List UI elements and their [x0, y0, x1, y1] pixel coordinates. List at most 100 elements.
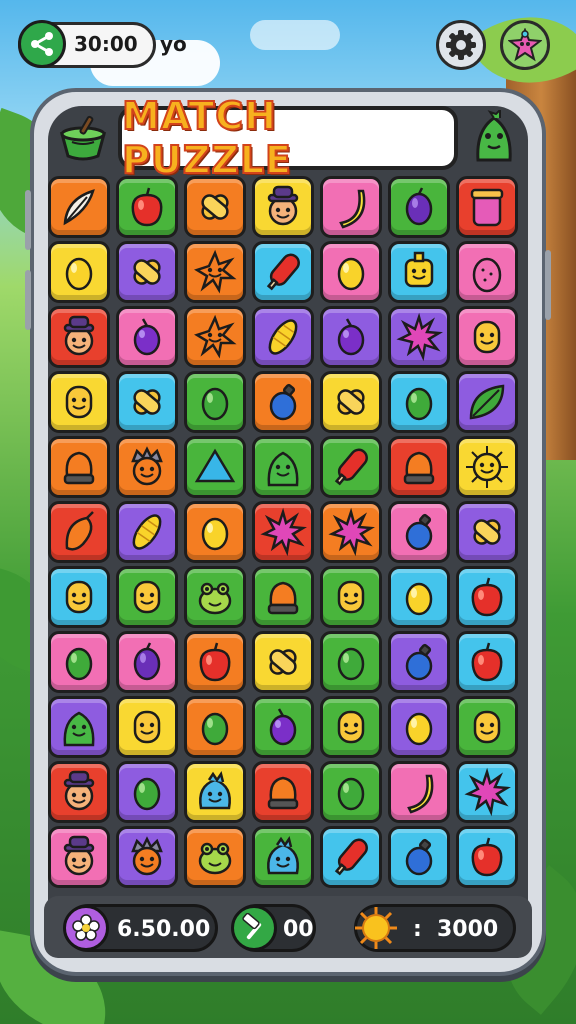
grid-tile[interactable]	[184, 631, 246, 693]
coins-value: 6.50.00	[117, 917, 211, 942]
moves-pill[interactable]: 00	[231, 904, 316, 952]
grid-tile[interactable]	[116, 371, 178, 433]
grid-tile[interactable]	[388, 176, 450, 238]
grid-tile[interactable]	[456, 696, 518, 758]
grid-tile[interactable]	[252, 826, 314, 888]
grid-tile[interactable]	[184, 761, 246, 823]
grid-tile[interactable]	[388, 826, 450, 888]
apple-icon	[199, 642, 231, 682]
grid-tile[interactable]	[456, 566, 518, 628]
grid-tile[interactable]	[116, 436, 178, 498]
grid-tile[interactable]	[184, 566, 246, 628]
apple-icon	[131, 187, 163, 227]
grid-tile[interactable]	[456, 501, 518, 563]
grid-tile[interactable]	[48, 371, 110, 433]
grid-tile[interactable]	[388, 631, 450, 693]
apple-icon	[471, 642, 503, 682]
grid-tile[interactable]	[320, 566, 382, 628]
grid-tile[interactable]	[388, 566, 450, 628]
grid-tile[interactable]	[320, 241, 382, 303]
profile-button[interactable]	[500, 20, 550, 70]
face-icon	[65, 385, 93, 419]
lemon-icon	[405, 582, 433, 616]
gear-icon	[446, 30, 476, 60]
grid-tile[interactable]	[48, 631, 110, 693]
grid-tile[interactable]	[388, 436, 450, 498]
sun-icon	[353, 905, 399, 951]
grid-tile[interactable]	[252, 306, 314, 368]
grid-tile[interactable]	[116, 306, 178, 368]
coins-pill[interactable]: 6.50.00	[63, 904, 218, 952]
apple-icon	[471, 837, 503, 877]
grid-tile[interactable]	[116, 501, 178, 563]
grid-tile[interactable]	[116, 241, 178, 303]
grid-tile[interactable]	[388, 371, 450, 433]
grid-tile[interactable]	[184, 241, 246, 303]
grid-tile[interactable]	[320, 371, 382, 433]
grid-tile[interactable]	[320, 631, 382, 693]
grid-tile[interactable]	[116, 761, 178, 823]
candy-icon	[201, 194, 229, 220]
grid-tile[interactable]	[252, 371, 314, 433]
grid-tile[interactable]	[116, 826, 178, 888]
grid-tile[interactable]	[116, 631, 178, 693]
grid-tile[interactable]	[48, 761, 110, 823]
grid-tile[interactable]	[388, 696, 450, 758]
grid-tile[interactable]	[252, 696, 314, 758]
share-button[interactable]	[18, 20, 66, 68]
grid-tile[interactable]	[48, 826, 110, 888]
grid-tile[interactable]	[388, 306, 450, 368]
grid-tile[interactable]	[320, 826, 382, 888]
grid-tile[interactable]	[184, 436, 246, 498]
egg-icon	[133, 777, 161, 811]
grid-tile[interactable]	[116, 566, 178, 628]
grid-tile[interactable]	[184, 501, 246, 563]
grid-tile[interactable]	[388, 241, 450, 303]
grid-tile[interactable]	[456, 306, 518, 368]
grid-tile[interactable]	[116, 176, 178, 238]
grid-tile[interactable]	[48, 696, 110, 758]
candy-icon	[473, 519, 501, 545]
grid-tile[interactable]	[48, 306, 110, 368]
grid-tile[interactable]	[252, 566, 314, 628]
triangle-icon	[194, 448, 236, 483]
grid-tile[interactable]	[116, 696, 178, 758]
grid-tile[interactable]	[252, 501, 314, 563]
grid-tile[interactable]	[184, 306, 246, 368]
grid-tile[interactable]	[48, 241, 110, 303]
grid-tile[interactable]	[48, 436, 110, 498]
grid-tile[interactable]	[388, 761, 450, 823]
grid-tile[interactable]	[48, 501, 110, 563]
grid-tile[interactable]	[320, 501, 382, 563]
grid-tile[interactable]	[252, 176, 314, 238]
grid-tile[interactable]	[320, 436, 382, 498]
grid-tile[interactable]	[252, 631, 314, 693]
grid-tile[interactable]	[456, 761, 518, 823]
grid-tile[interactable]	[184, 696, 246, 758]
grid-tile[interactable]	[456, 436, 518, 498]
grid-tile[interactable]	[252, 761, 314, 823]
grid-tile[interactable]	[252, 436, 314, 498]
grid-tile[interactable]	[48, 176, 110, 238]
grid-tile[interactable]	[456, 631, 518, 693]
grid-tile[interactable]	[456, 371, 518, 433]
grid-tile[interactable]	[320, 176, 382, 238]
grid-tile[interactable]	[456, 176, 518, 238]
grid-tile[interactable]	[252, 241, 314, 303]
grid-tile[interactable]	[320, 306, 382, 368]
score-pill[interactable]: : 3000	[354, 904, 516, 952]
grid-tile[interactable]	[388, 501, 450, 563]
grid-tile[interactable]	[184, 826, 246, 888]
grid-tile[interactable]	[456, 826, 518, 888]
egg-icon	[405, 387, 433, 421]
lemon-icon	[405, 712, 433, 746]
settings-button[interactable]	[436, 20, 486, 70]
face-icon	[65, 580, 93, 614]
grid-tile[interactable]	[320, 761, 382, 823]
grid-tile[interactable]	[184, 176, 246, 238]
grid-tile[interactable]	[184, 371, 246, 433]
grid-tile[interactable]	[320, 696, 382, 758]
lemon-icon	[201, 517, 229, 551]
grid-tile[interactable]	[456, 241, 518, 303]
grid-tile[interactable]	[48, 566, 110, 628]
